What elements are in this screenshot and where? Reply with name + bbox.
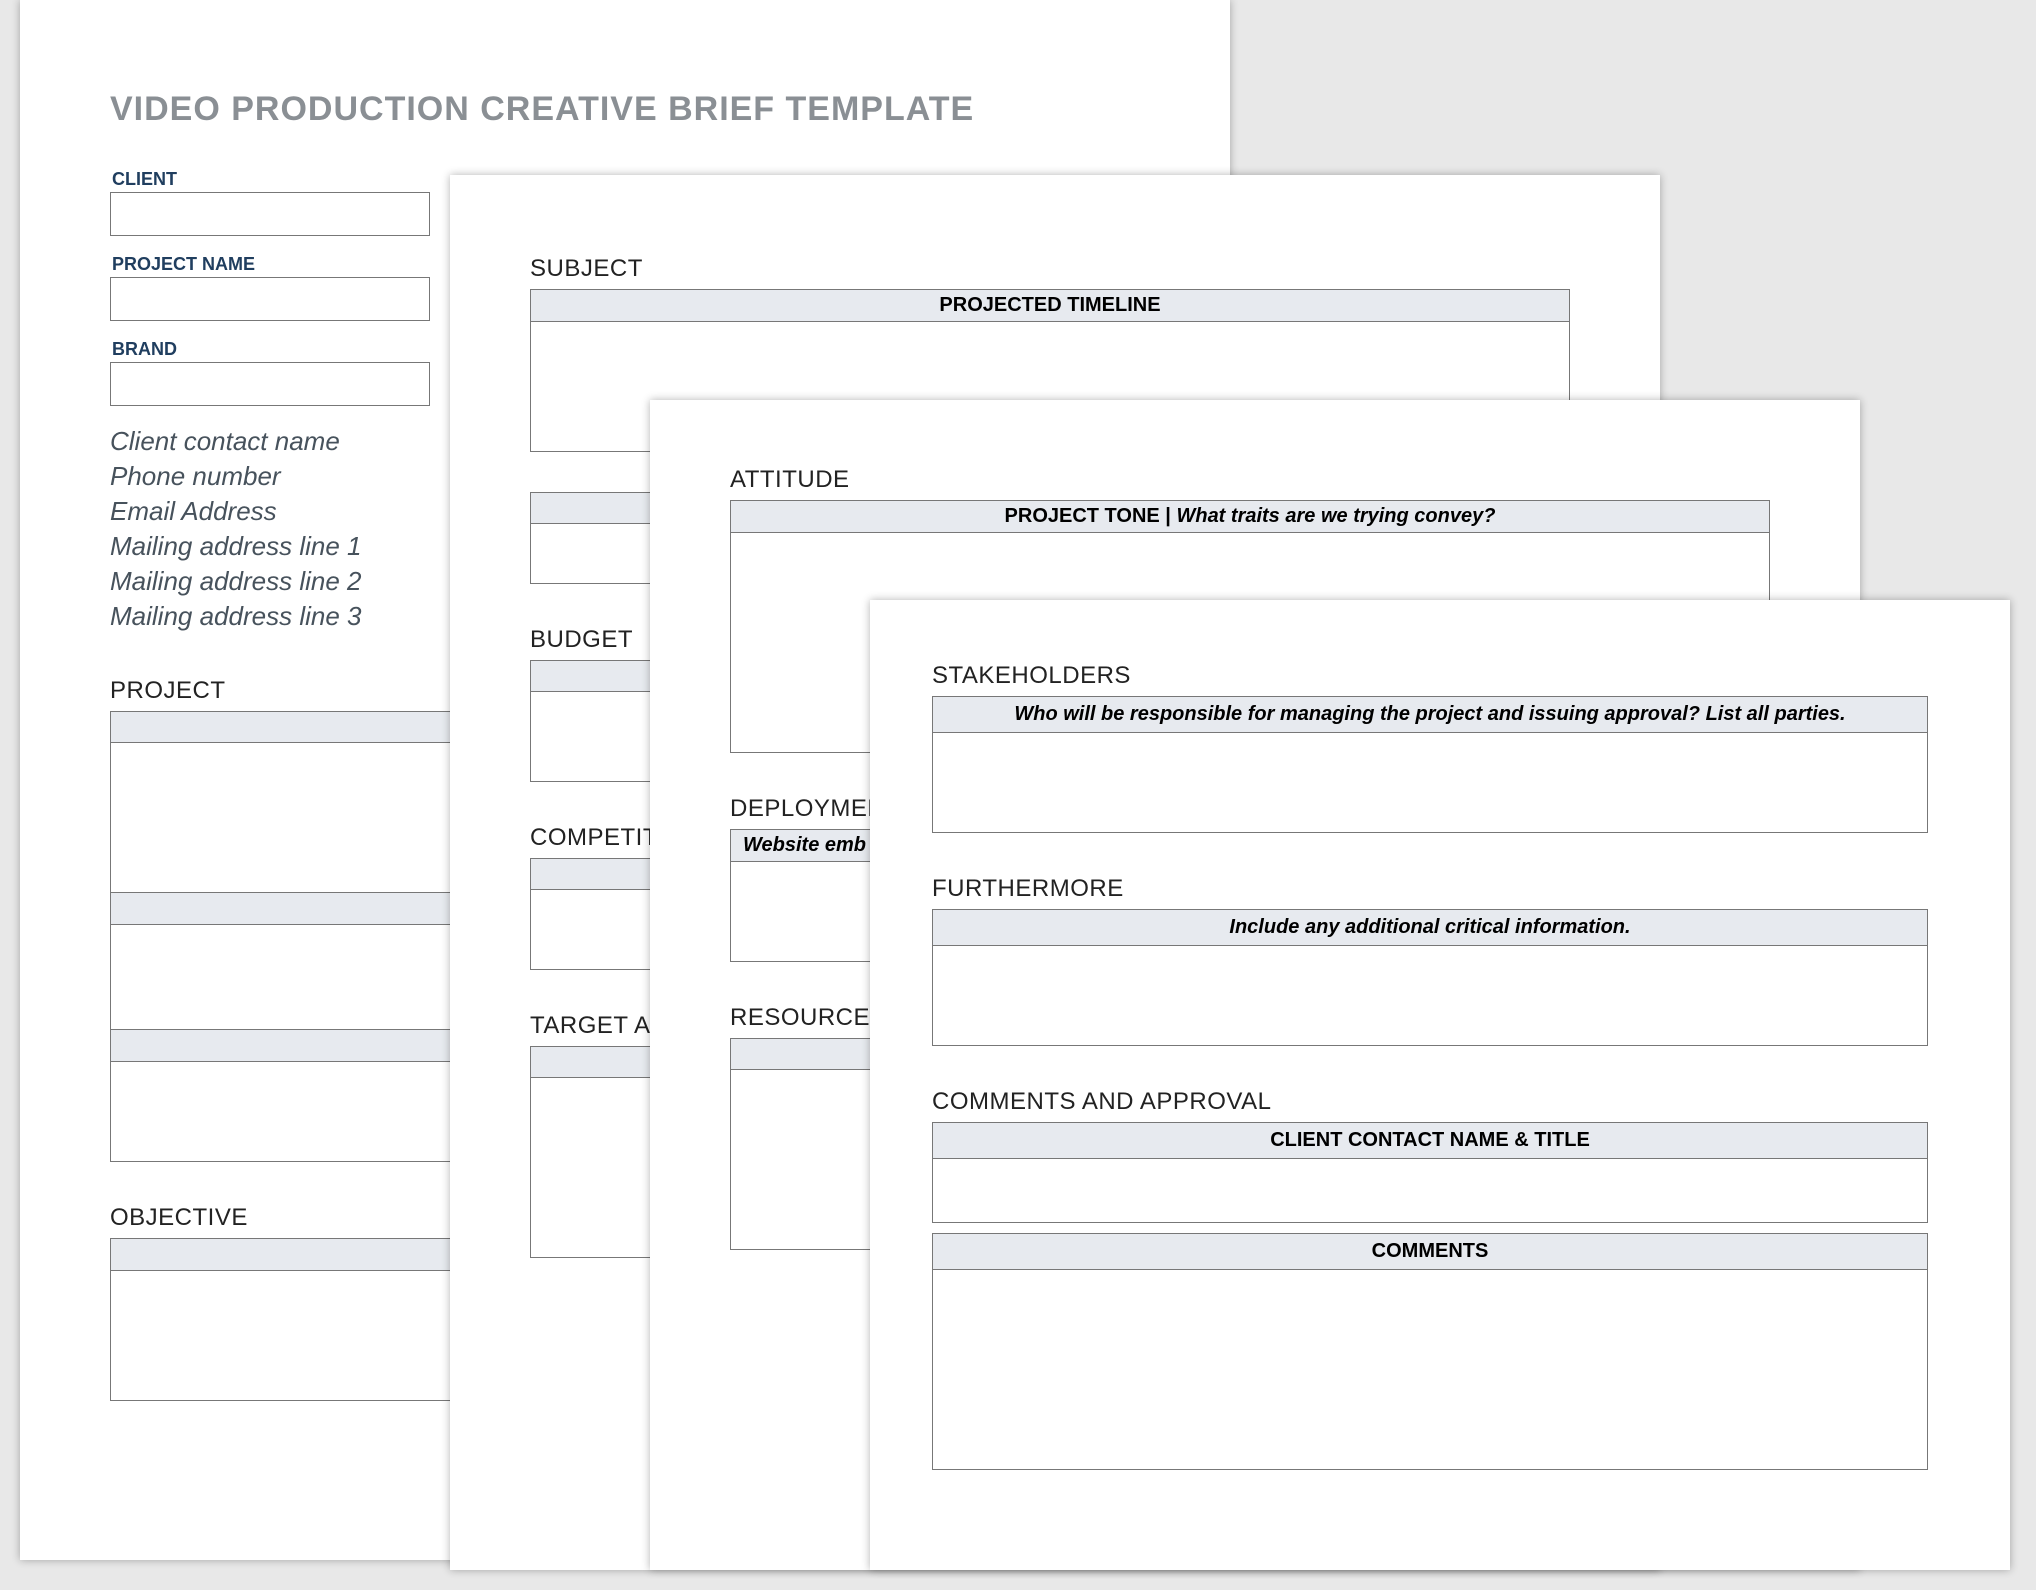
client-contact-body[interactable]	[932, 1159, 1928, 1223]
attitude-section-label: ATTITUDE	[730, 466, 1770, 494]
projected-timeline-header: PROJECTED TIMELINE	[530, 289, 1570, 322]
project-tone-sep: |	[1160, 505, 1177, 527]
comments-header: COMMENTS	[932, 1233, 1928, 1270]
furthermore-section-label: FURTHERMORE	[932, 875, 1928, 903]
subject-section-label: SUBJECT	[530, 255, 1570, 283]
brand-field[interactable]	[110, 362, 430, 406]
furthermore-body[interactable]	[932, 946, 1928, 1046]
comments-body[interactable]	[932, 1270, 1928, 1470]
client-field[interactable]	[110, 192, 430, 236]
furthermore-header: Include any additional critical informat…	[932, 909, 1928, 946]
stakeholders-body[interactable]	[932, 733, 1928, 833]
comments-approval-section-label: COMMENTS AND APPROVAL	[932, 1088, 1928, 1116]
project-tone-prompt: What traits are we trying convey?	[1176, 505, 1495, 527]
stakeholders-section-label: STAKEHOLDERS	[932, 662, 1928, 690]
project-name-field[interactable]	[110, 277, 430, 321]
document-title: VIDEO PRODUCTION CREATIVE BRIEF TEMPLATE	[110, 90, 1140, 129]
stakeholders-header: Who will be responsible for managing the…	[932, 696, 1928, 733]
project-tone-label: PROJECT TONE	[1005, 505, 1160, 527]
client-contact-header: CLIENT CONTACT NAME & TITLE	[932, 1122, 1928, 1159]
project-tone-header: PROJECT TONE | What traits are we trying…	[730, 500, 1770, 533]
template-page-4: STAKEHOLDERS Who will be responsible for…	[870, 600, 2010, 1570]
